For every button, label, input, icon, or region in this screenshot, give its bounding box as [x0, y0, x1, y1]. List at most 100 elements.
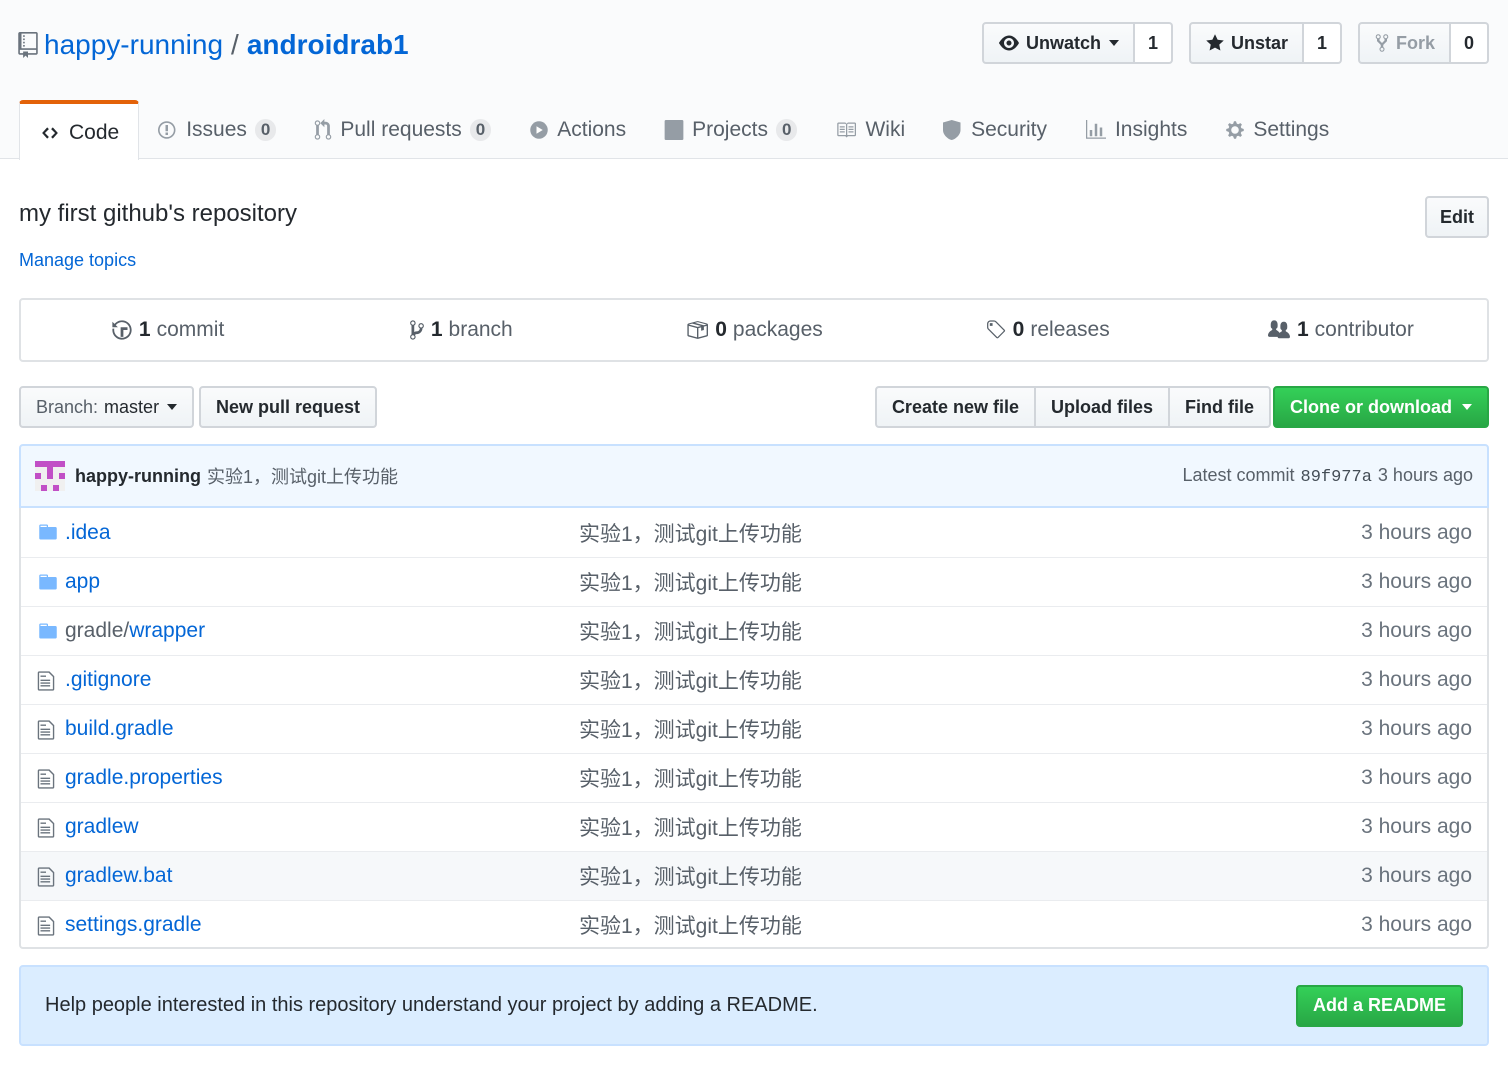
tab-code[interactable]: Code	[19, 100, 140, 160]
tab-pull-requests-label: Pull requests	[340, 118, 462, 141]
project-icon	[664, 120, 684, 140]
releases-count: 0	[1012, 318, 1025, 341]
file-commit-message[interactable]: 实验1，测试git上传功能	[579, 714, 802, 744]
file-row[interactable]: settings.gradle 实验1，测试git上传功能 3 hours ag…	[21, 900, 1487, 949]
summary-branches[interactable]: 1 branch	[314, 300, 607, 360]
file-row[interactable]: gradlew 实验1，测试git上传功能 3 hours ago	[21, 802, 1487, 851]
commits-count: 1	[138, 318, 151, 341]
tag-icon	[985, 319, 1007, 341]
file-row[interactable]: gradle/wrapper 实验1，测试git上传功能 3 hours ago	[21, 606, 1487, 655]
file-row[interactable]: .gitignore 实验1，测试git上传功能 3 hours ago	[21, 655, 1487, 704]
watchers-count[interactable]: 1	[1134, 22, 1173, 64]
file-commit-message[interactable]: 实验1，测试git上传功能	[579, 567, 802, 597]
create-new-file-button[interactable]: Create new file	[874, 386, 1036, 428]
repo-owner-link[interactable]: happy-running	[44, 29, 223, 61]
file-name-link[interactable]: app	[65, 570, 100, 594]
edit-description-button[interactable]: Edit	[1425, 196, 1489, 238]
package-icon	[685, 319, 709, 341]
file-name-link[interactable]: build.gradle	[65, 717, 174, 741]
file-icon	[37, 866, 55, 888]
commits-label: commit	[156, 318, 225, 341]
tab-pull-requests[interactable]: Pull requests 0	[295, 100, 510, 160]
file-name-link[interactable]: gradlew	[65, 815, 139, 839]
file-row[interactable]: gradlew.bat 实验1，测试git上传功能 3 hours ago	[21, 851, 1487, 900]
tab-insights[interactable]: Insights	[1066, 100, 1206, 160]
file-row[interactable]: .idea 实验1，测试git上传功能 3 hours ago	[21, 508, 1487, 557]
file-commit-message[interactable]: 实验1，测试git上传功能	[579, 518, 802, 548]
file-commit-message[interactable]: 实验1，测试git上传功能	[579, 910, 802, 940]
code-icon	[39, 124, 61, 142]
file-commit-message[interactable]: 实验1，测试git上传功能	[579, 616, 802, 646]
file-commit-message[interactable]: 实验1，测试git上传功能	[579, 763, 802, 793]
book-icon	[835, 120, 857, 140]
tab-wiki[interactable]: Wiki	[816, 100, 924, 160]
file-age: 3 hours ago	[1361, 766, 1472, 789]
file-commit-message[interactable]: 实验1，测试git上传功能	[579, 665, 802, 695]
tab-issues[interactable]: Issues 0	[139, 100, 295, 160]
folder-icon	[37, 522, 59, 542]
file-row[interactable]: app 实验1，测试git上传功能 3 hours ago	[21, 557, 1487, 606]
unstar-button[interactable]: Unstar	[1188, 22, 1304, 64]
summary-commits[interactable]: 1 commit	[21, 300, 314, 360]
commit-sha-link[interactable]: 89f977a	[1301, 468, 1372, 487]
file-age: 3 hours ago	[1361, 570, 1472, 593]
commit-author-link[interactable]: happy-running	[75, 466, 201, 487]
file-age: 3 hours ago	[1361, 815, 1472, 838]
forks-count[interactable]: 0	[1451, 22, 1489, 64]
fork-button[interactable]: Fork	[1357, 22, 1451, 64]
find-file-button[interactable]: Find file	[1168, 386, 1271, 428]
branches-label: branch	[448, 318, 513, 341]
branches-count: 1	[430, 318, 443, 341]
file-name-link[interactable]: .idea	[65, 521, 111, 545]
branch-select-button[interactable]: Branch: master	[19, 386, 195, 428]
file-name-link[interactable]: settings.gradle	[65, 913, 202, 937]
file-commit-message[interactable]: 实验1，测试git上传功能	[579, 861, 802, 891]
stargazers-count[interactable]: 1	[1303, 22, 1342, 64]
unwatch-button[interactable]: Unwatch	[981, 22, 1135, 64]
pull-request-icon	[314, 119, 332, 141]
repo-nav: Code Issues 0 Pull requests 0 Actions Pr…	[19, 100, 1348, 160]
file-age: 3 hours ago	[1361, 864, 1472, 887]
avatar[interactable]	[35, 461, 65, 491]
file-commit-message[interactable]: 实验1，测试git上传功能	[579, 812, 802, 842]
summary-contributors[interactable]: 1 contributor	[1194, 300, 1487, 360]
people-icon	[1267, 319, 1291, 341]
file-icon	[37, 768, 55, 790]
tab-actions[interactable]: Actions	[510, 100, 645, 160]
numbers-summary: 1 commit 1 branch 0 packages 0 releases …	[19, 298, 1489, 362]
file-age: 3 hours ago	[1361, 619, 1472, 642]
summary-releases[interactable]: 0 releases	[901, 300, 1194, 360]
clone-or-download-button[interactable]: Clone or download	[1273, 386, 1489, 428]
manage-topics-link[interactable]: Manage topics	[19, 250, 136, 271]
tab-settings[interactable]: Settings	[1206, 100, 1348, 160]
file-icon	[37, 670, 55, 692]
file-name-link[interactable]: .gitignore	[65, 668, 151, 692]
contributors-label: contributor	[1314, 318, 1414, 341]
repo-title: happy-running / androidrab1	[18, 26, 409, 64]
summary-packages[interactable]: 0 packages	[607, 300, 900, 360]
file-name-link[interactable]: gradlew.bat	[65, 864, 172, 888]
file-name-link[interactable]: gradle.properties	[65, 766, 223, 790]
new-pull-request-button[interactable]: New pull request	[199, 386, 378, 428]
clone-label: Clone or download	[1290, 396, 1452, 417]
tab-projects[interactable]: Projects 0	[645, 100, 816, 160]
folder-icon	[37, 572, 59, 592]
star-group: Unstar 1	[1188, 22, 1342, 64]
chevron-down-icon	[167, 404, 178, 410]
file-age: 3 hours ago	[1361, 520, 1472, 544]
fork-icon	[1374, 33, 1390, 53]
pull-requests-counter: 0	[469, 118, 492, 142]
file-row[interactable]: gradle.properties 实验1，测试git上传功能 3 hours …	[21, 753, 1487, 802]
repo-name-link[interactable]: androidrab1	[247, 29, 409, 61]
file-icon	[37, 817, 55, 839]
file-icon	[37, 719, 55, 741]
latest-commit-label: Latest commit	[1182, 465, 1295, 485]
history-icon	[111, 319, 133, 341]
file-name-link[interactable]: gradle/wrapper	[65, 619, 205, 643]
tab-security[interactable]: Security	[924, 100, 1066, 160]
commit-message-link[interactable]: 实验1，测试git上传功能	[207, 463, 398, 489]
fork-group: Fork 0	[1357, 22, 1489, 64]
file-row[interactable]: build.gradle 实验1，测试git上传功能 3 hours ago	[21, 704, 1487, 753]
add-readme-button[interactable]: Add a README	[1295, 984, 1463, 1027]
upload-files-button[interactable]: Upload files	[1033, 386, 1170, 428]
